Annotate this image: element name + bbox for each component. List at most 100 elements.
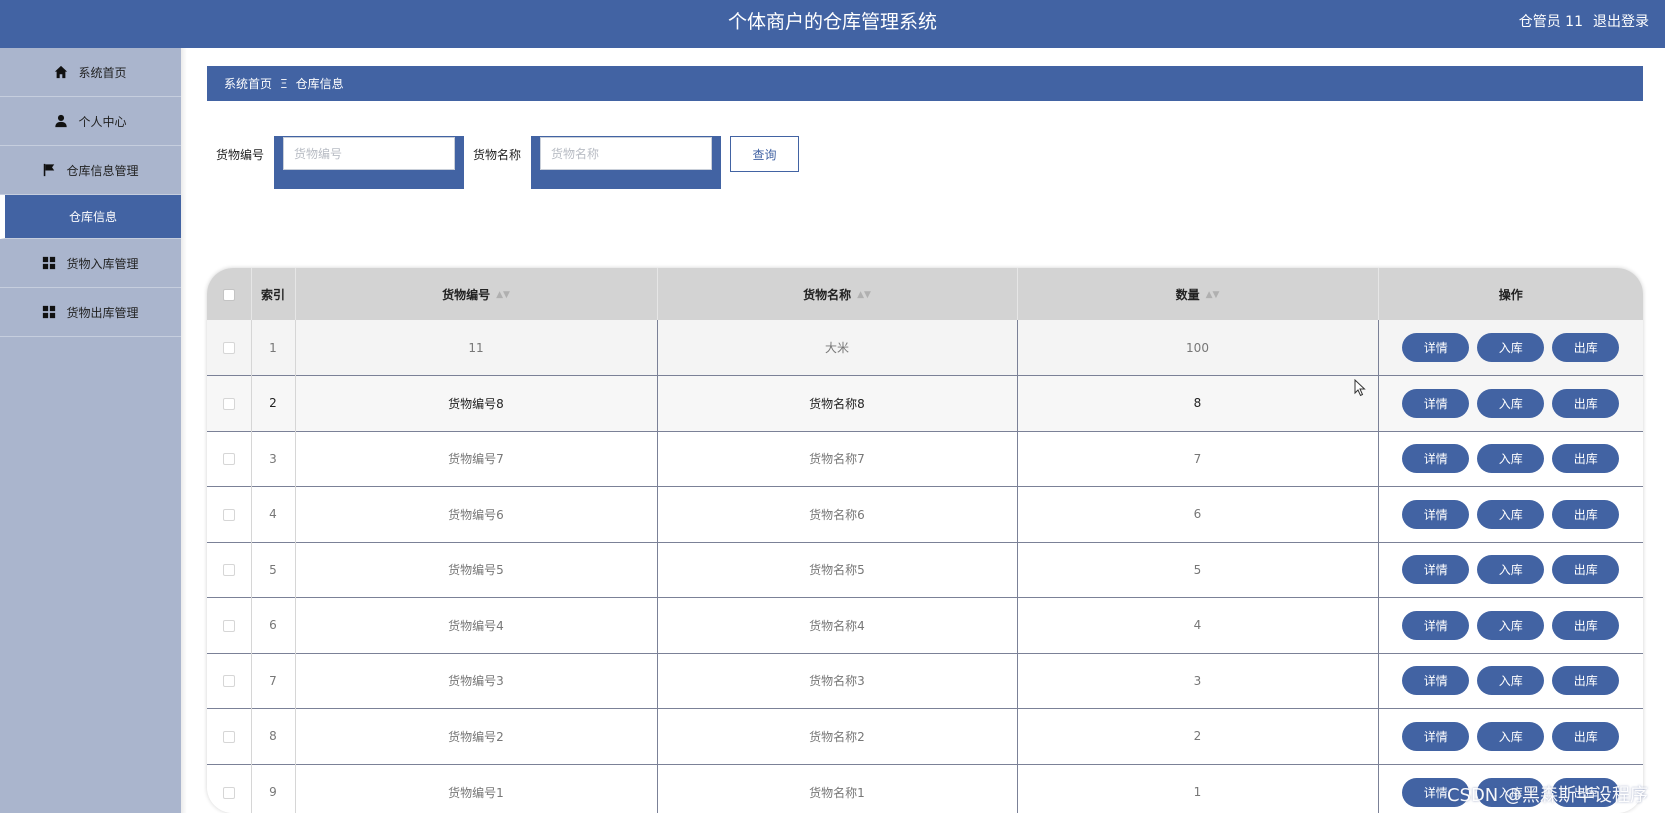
table-row: 1 11 大米 100 详情 入库 出库 — [207, 320, 1643, 376]
sidebar-item-inbound-management[interactable]: 货物入库管理 — [0, 239, 181, 288]
row-index: 3 — [251, 431, 296, 487]
detail-button[interactable]: 详情 — [1402, 777, 1470, 807]
detail-button[interactable]: 详情 — [1402, 499, 1470, 529]
row-actions: 详情 入库 出库 — [1378, 764, 1643, 813]
row-actions-group: 详情 入库 出库 — [1379, 777, 1644, 807]
actions-header: 操作 — [1498, 287, 1523, 302]
row-qty: 7 — [1017, 431, 1379, 487]
detail-button[interactable]: 详情 — [1402, 555, 1470, 585]
inbound-button[interactable]: 入库 — [1477, 610, 1545, 640]
flag-icon — [42, 163, 56, 177]
row-checkbox[interactable] — [222, 564, 235, 577]
inbound-button[interactable]: 入库 — [1477, 333, 1545, 362]
sort-icon[interactable]: ▲▼ — [496, 290, 510, 300]
code-header[interactable]: 货物编号 ▲▼ — [295, 268, 658, 320]
sidebar-item-warehouse-info[interactable]: 仓库信息 — [0, 195, 181, 239]
qty-header[interactable]: 数量 ▲▼ — [1017, 268, 1379, 320]
breadcrumb-home[interactable]: 系统首页 — [224, 75, 272, 92]
outbound-button[interactable]: 出库 — [1552, 333, 1620, 362]
row-checkbox[interactable] — [222, 786, 235, 799]
row-actions: 详情 入库 出库 — [1378, 431, 1643, 487]
outbound-button[interactable]: 出库 — [1552, 555, 1620, 585]
table-row: 6 货物编号4 货物名称4 4 详情 入库 出库 — [207, 597, 1643, 653]
row-code: 货物编号2 — [295, 708, 658, 764]
breadcrumb: 系统首页 Ξ 仓库信息 — [207, 66, 1643, 101]
outbound-button[interactable]: 出库 — [1552, 444, 1620, 474]
outbound-button[interactable]: 出库 — [1552, 777, 1620, 807]
breadcrumb-separator: Ξ — [280, 76, 288, 91]
row-qty: 8 — [1017, 375, 1379, 431]
inbound-button[interactable]: 入库 — [1477, 721, 1545, 751]
row-index: 4 — [251, 486, 296, 542]
row-actions-group: 详情 入库 出库 — [1379, 388, 1644, 418]
sidebar-item-home[interactable]: 系统首页 — [0, 48, 181, 97]
grid-icon — [42, 305, 56, 319]
row-select-cell — [207, 486, 252, 542]
row-name: 货物名称7 — [657, 431, 1018, 487]
table-row: 7 货物编号3 货物名称3 3 详情 入库 出库 — [207, 653, 1643, 709]
row-code: 货物编号1 — [295, 764, 658, 813]
table-row: 3 货物编号7 货物名称7 7 详情 入库 出库 — [207, 431, 1643, 487]
sort-icon[interactable]: ▲▼ — [1206, 290, 1220, 300]
query-button[interactable]: 查询 — [730, 136, 799, 172]
breadcrumb-current: 仓库信息 — [295, 77, 344, 91]
row-qty: 100 — [1017, 320, 1379, 376]
detail-button[interactable]: 详情 — [1402, 610, 1470, 640]
row-actions: 详情 入库 出库 — [1378, 653, 1643, 709]
select-all-checkbox[interactable] — [222, 288, 235, 301]
top-bar: 个体商户的仓库管理系统 仓管员 11 退出登录 — [0, 0, 1665, 48]
sidebar-item-label: 系统首页 — [78, 65, 127, 80]
code-search-label: 货物编号 — [216, 148, 265, 162]
outbound-button[interactable]: 出库 — [1552, 610, 1620, 640]
outbound-button[interactable]: 出库 — [1552, 721, 1620, 751]
sidebar-item-label: 仓库信息管理 — [66, 163, 139, 178]
row-checkbox[interactable] — [222, 730, 235, 743]
outbound-button[interactable]: 出库 — [1552, 388, 1620, 418]
name-header[interactable]: 货物名称 ▲▼ — [657, 268, 1018, 320]
row-checkbox[interactable] — [222, 397, 235, 410]
outbound-button[interactable]: 出库 — [1552, 666, 1620, 696]
row-select-cell — [207, 597, 252, 653]
row-select-cell — [207, 375, 252, 431]
row-code: 11 — [295, 320, 658, 376]
inbound-button[interactable]: 入库 — [1477, 555, 1545, 585]
outbound-button[interactable]: 出库 — [1552, 499, 1620, 529]
sort-icon[interactable]: ▲▼ — [857, 290, 871, 300]
row-code: 货物编号7 — [295, 431, 658, 487]
detail-button[interactable]: 详情 — [1402, 388, 1470, 418]
row-index: 8 — [251, 708, 296, 764]
row-index: 1 — [251, 320, 296, 376]
row-actions-group: 详情 入库 出库 — [1379, 333, 1644, 362]
row-checkbox[interactable] — [222, 453, 235, 466]
row-code: 货物编号6 — [295, 486, 658, 542]
detail-button[interactable]: 详情 — [1402, 721, 1470, 751]
code-search-box — [274, 136, 464, 189]
code-search-input[interactable] — [283, 137, 455, 170]
inbound-button[interactable]: 入库 — [1477, 499, 1545, 529]
inbound-button[interactable]: 入库 — [1477, 777, 1545, 807]
row-checkbox[interactable] — [222, 675, 235, 688]
sidebar-item-outbound-management[interactable]: 货物出库管理 — [0, 288, 181, 337]
row-select-cell — [207, 542, 252, 598]
code-header-label: 货物编号 — [442, 287, 491, 302]
inbound-button[interactable]: 入库 — [1477, 388, 1545, 418]
sidebar-item-warehouse-management[interactable]: 仓库信息管理 — [0, 146, 181, 195]
logout-link[interactable]: 退出登录 — [1593, 0, 1649, 48]
row-actions: 详情 入库 出库 — [1378, 487, 1643, 543]
row-name: 货物名称3 — [657, 653, 1018, 709]
sidebar-item-profile[interactable]: 个人中心 — [0, 97, 181, 146]
row-checkbox[interactable] — [222, 508, 235, 521]
inbound-button[interactable]: 入库 — [1477, 666, 1545, 696]
detail-button[interactable]: 详情 — [1402, 444, 1470, 474]
row-qty: 5 — [1017, 542, 1379, 598]
table-body: 1 11 大米 100 详情 入库 出库 2 货物编号8 货物名称8 8 详情 入库 出库 3 货物编号7 货物… — [207, 320, 1643, 813]
detail-button[interactable]: 详情 — [1402, 333, 1470, 362]
user-area: 仓管员 11 退出登录 — [1519, 0, 1649, 48]
detail-button[interactable]: 详情 — [1402, 666, 1470, 696]
row-checkbox[interactable] — [222, 619, 235, 632]
table-row: 2 货物编号8 货物名称8 8 详情 入库 出库 — [207, 375, 1644, 431]
row-actions-group: 详情 入库 出库 — [1379, 721, 1644, 751]
inbound-button[interactable]: 入库 — [1477, 444, 1545, 474]
name-search-input[interactable] — [540, 137, 712, 170]
row-checkbox[interactable] — [222, 342, 235, 354]
